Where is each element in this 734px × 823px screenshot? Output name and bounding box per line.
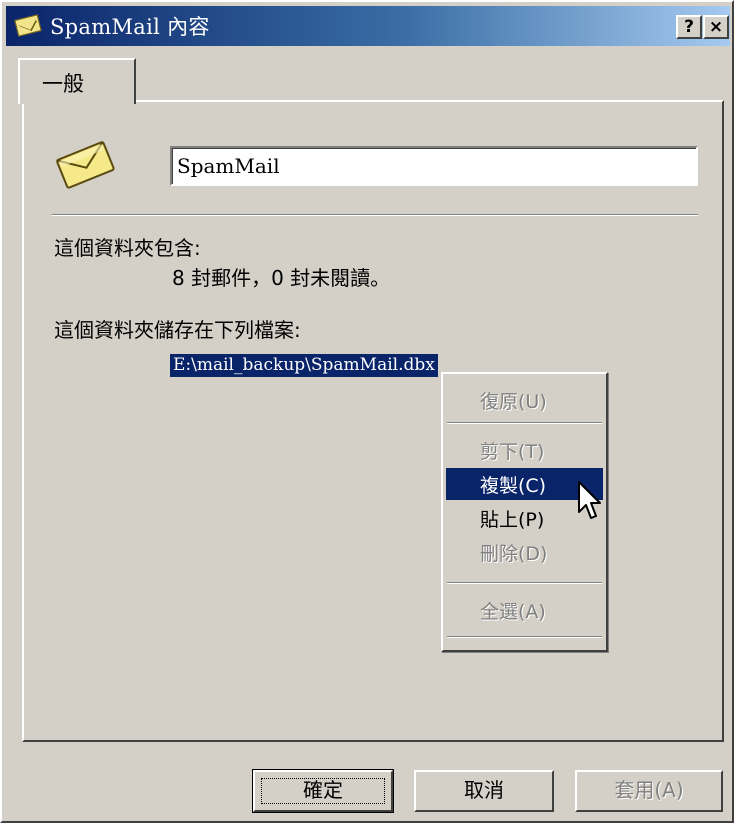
file-path-text[interactable]: E:\mail_backup\SpamMail.dbx <box>170 354 438 377</box>
message-count: 8 封郵件，0 封未閱讀。 <box>172 266 391 290</box>
contains-label: 這個資料夾包含: <box>54 236 201 260</box>
menu-separator <box>447 636 602 638</box>
ok-button[interactable]: 確定 <box>252 769 394 813</box>
menu-item-delete[interactable]: 刪除(D) <box>446 536 603 568</box>
tab-general[interactable]: 一般 <box>18 58 136 104</box>
tab-panel <box>22 100 724 742</box>
properties-dialog: SpamMail 內容 ? × 一般 SpamMail 這個資料夾包含: 8 封… <box>0 0 734 823</box>
window-title: SpamMail 內容 <box>50 15 210 39</box>
menu-separator <box>447 582 602 584</box>
help-button[interactable]: ? <box>676 15 702 39</box>
apply-button[interactable]: 套用(A) <box>575 770 723 812</box>
menu-separator <box>447 422 602 424</box>
menu-item-undo[interactable]: 復原(U) <box>446 384 603 416</box>
cancel-button[interactable]: 取消 <box>414 770 554 812</box>
stored-file-label: 這個資料夾儲存在下列檔案: <box>54 318 301 342</box>
focus-ring <box>261 778 385 804</box>
title-bar[interactable]: SpamMail 內容 ? × <box>6 6 730 46</box>
envelope-icon <box>56 141 115 189</box>
divider <box>52 214 698 216</box>
mouse-cursor-icon <box>578 481 601 519</box>
menu-item-cut[interactable]: 剪下(T) <box>446 434 603 466</box>
folder-name-input[interactable]: SpamMail <box>170 146 698 186</box>
menu-item-select-all[interactable]: 全選(A) <box>446 594 603 626</box>
close-button[interactable]: × <box>703 15 729 39</box>
mail-folder-icon <box>14 13 44 39</box>
